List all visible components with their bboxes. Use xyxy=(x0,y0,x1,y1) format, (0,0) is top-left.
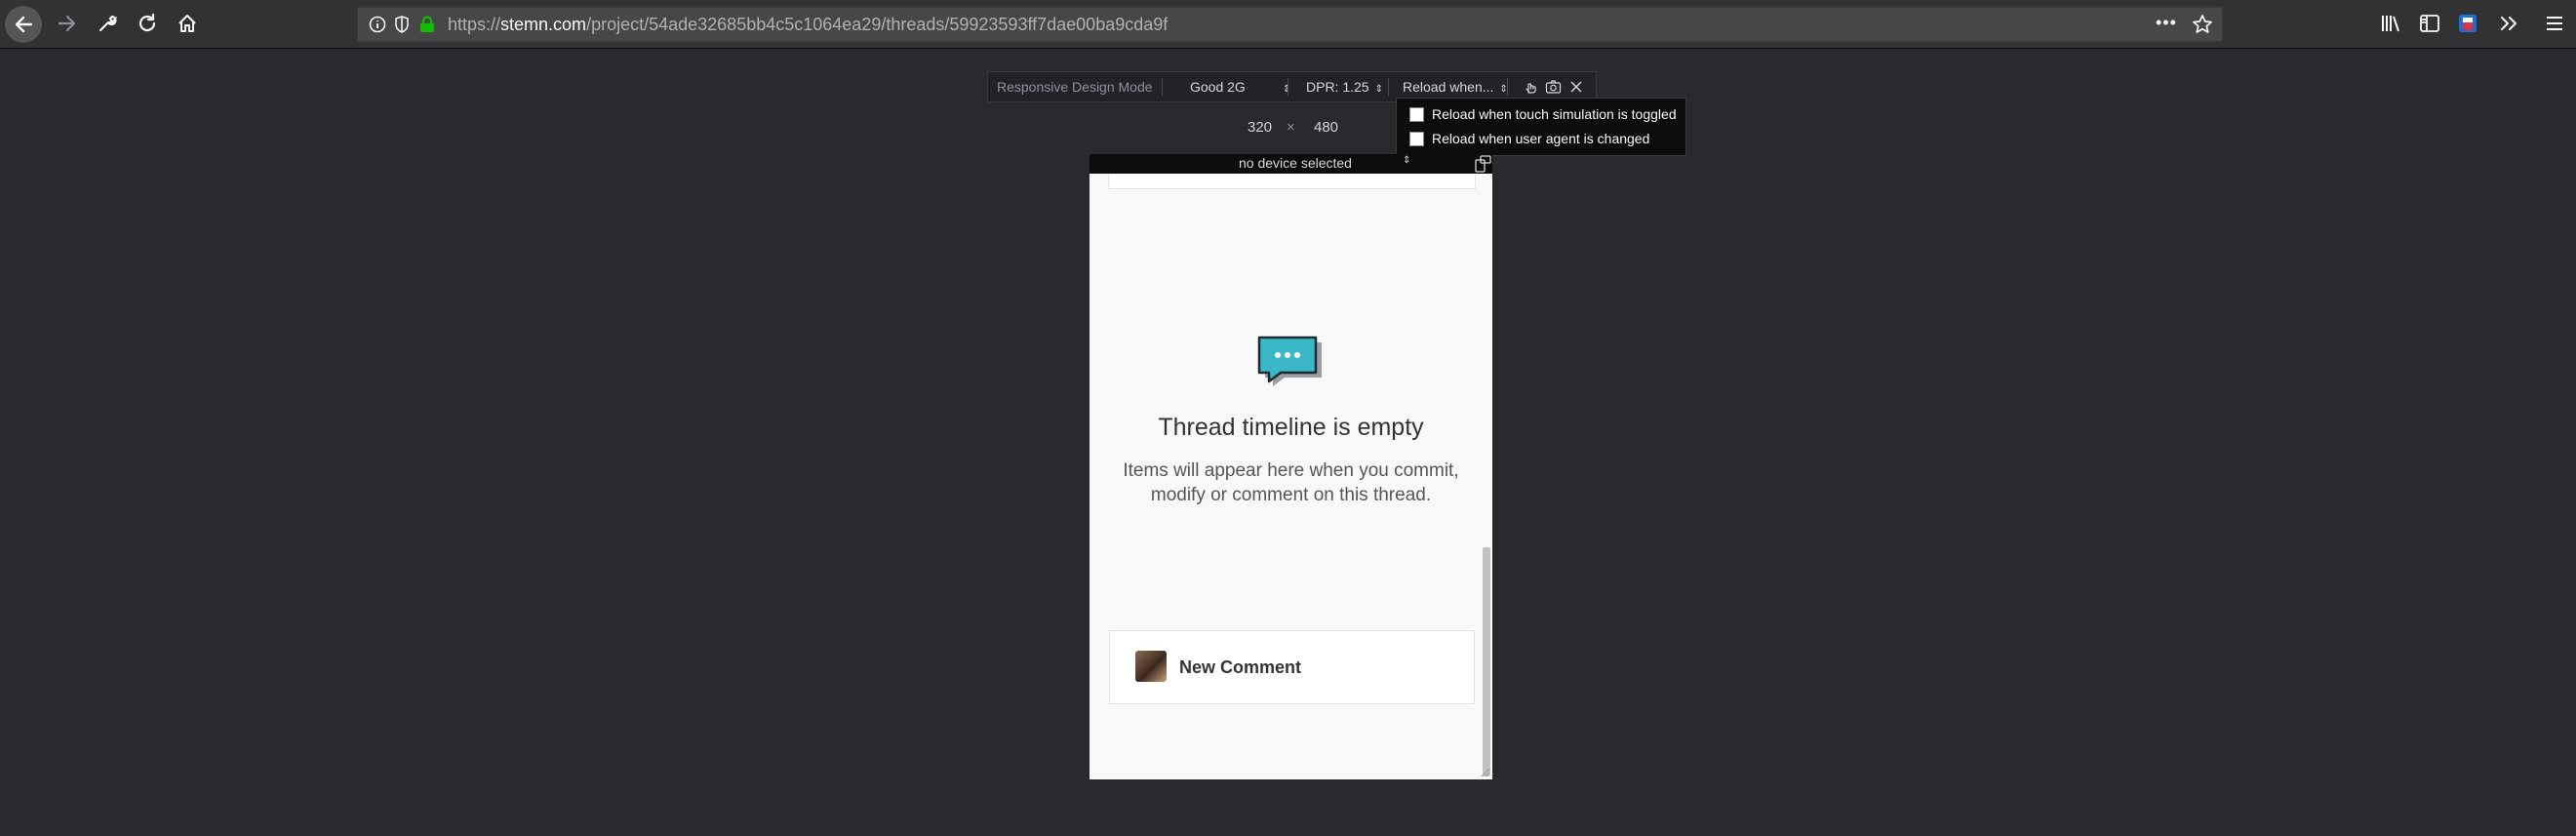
back-button[interactable] xyxy=(5,6,42,43)
device-selector[interactable]: no device selected ⇕ xyxy=(1090,154,1492,174)
browser-toolbar: https://stemn.com/project/54ade32685bb4c… xyxy=(0,0,2576,49)
rotate-device-icon[interactable] xyxy=(1473,154,1492,174)
library-icon xyxy=(2382,16,2399,32)
close-icon[interactable] xyxy=(1569,80,1583,94)
url-path: /project/54ade32685bb4c5c1064ea29/thread… xyxy=(586,15,1169,34)
info-icon[interactable] xyxy=(369,16,386,33)
dimension-times-sign: × xyxy=(1287,119,1295,136)
sidebar-icon xyxy=(2420,15,2439,32)
dpr-select[interactable]: DPR: 1.25 ⇕ xyxy=(1306,72,1383,101)
network-throttle-select[interactable]: Good 2G⇕ xyxy=(1190,72,1290,101)
screenshot-camera-icon[interactable] xyxy=(1545,79,1562,95)
select-arrows-icon: ⇕ xyxy=(1403,155,1411,166)
thread-header-card xyxy=(1108,174,1476,189)
chat-bubble-icon xyxy=(1257,336,1322,386)
touch-simulation-icon[interactable] xyxy=(1523,79,1538,95)
bookmark-star-icon[interactable] xyxy=(2192,14,2213,35)
scrollbar-thumb[interactable] xyxy=(1483,547,1490,776)
menu-item-label: Reload when user agent is changed xyxy=(1432,131,1650,146)
url-bar[interactable]: https://stemn.com/project/54ade32685bb4c… xyxy=(357,7,2223,42)
tracking-shield-icon[interactable] xyxy=(394,16,410,33)
empty-state-title: Thread timeline is empty xyxy=(1158,414,1424,441)
checkbox[interactable] xyxy=(1409,106,1424,122)
reload-user-agent-menu-item[interactable]: Reload when user agent is changed xyxy=(1409,128,1649,149)
back-arrow-icon xyxy=(15,16,33,33)
dpr-value: DPR: 1.25 xyxy=(1306,79,1369,95)
hamburger-menu-button[interactable] xyxy=(2536,6,2573,41)
reload-touch-menu-item[interactable]: Reload when touch simulation is toggled xyxy=(1409,103,1677,125)
resize-grip-icon[interactable] xyxy=(1481,768,1490,777)
url-text[interactable]: https://stemn.com/project/54ade32685bb4c… xyxy=(448,8,1168,41)
simulated-viewport: Thread timeline is empty Items will appe… xyxy=(1090,174,1492,779)
device-selector-value: no device selected xyxy=(1239,155,1352,171)
separator xyxy=(1162,78,1163,96)
secure-lock-icon[interactable] xyxy=(418,16,436,33)
home-icon xyxy=(178,15,196,32)
empty-state-line: modify or comment on this thread. xyxy=(1150,485,1432,505)
hamburger-icon xyxy=(2547,17,2562,30)
page-actions-button[interactable]: ••• xyxy=(2156,8,2177,41)
sidebar-button[interactable] xyxy=(2411,6,2448,41)
reload-when-value: Reload when... xyxy=(1403,79,1494,95)
forward-arrow-icon xyxy=(58,15,76,32)
viewport-height-input[interactable]: 480 xyxy=(1314,119,1338,136)
rdm-title: Responsive Design Mode xyxy=(997,79,1153,95)
developer-tools-button[interactable] xyxy=(89,6,126,41)
overflow-menu-button[interactable] xyxy=(2490,6,2527,41)
select-arrows-icon: ⇕ xyxy=(1374,84,1383,95)
home-button[interactable] xyxy=(169,6,206,41)
reload-icon xyxy=(139,13,156,32)
double-chevron-icon xyxy=(2501,17,2517,30)
menu-item-label: Reload when touch simulation is toggled xyxy=(1432,106,1677,122)
extension-icon xyxy=(2459,15,2477,32)
avatar xyxy=(1135,651,1167,682)
wrench-icon xyxy=(99,15,117,32)
new-comment-label: New Comment xyxy=(1179,657,1302,677)
new-comment-card[interactable]: New Comment xyxy=(1109,630,1475,704)
empty-state-description: Items will appear here when you commit, … xyxy=(1119,458,1463,507)
empty-state-line: Items will appear here when you commit, xyxy=(1123,460,1459,481)
checkbox[interactable] xyxy=(1409,131,1424,146)
forward-button[interactable] xyxy=(49,6,86,41)
url-domain: stemn.com xyxy=(500,15,587,34)
reload-when-menu: Reload when touch simulation is toggled … xyxy=(1396,98,1686,156)
separator xyxy=(1507,78,1508,96)
extension-button[interactable] xyxy=(2449,6,2486,41)
library-button[interactable] xyxy=(2372,6,2409,41)
network-throttle-value: Good 2G xyxy=(1190,79,1246,95)
viewport-width-input[interactable]: 320 xyxy=(1248,119,1272,136)
url-scheme: https:// xyxy=(448,15,501,34)
separator xyxy=(1388,78,1389,96)
reload-button[interactable] xyxy=(129,6,166,41)
